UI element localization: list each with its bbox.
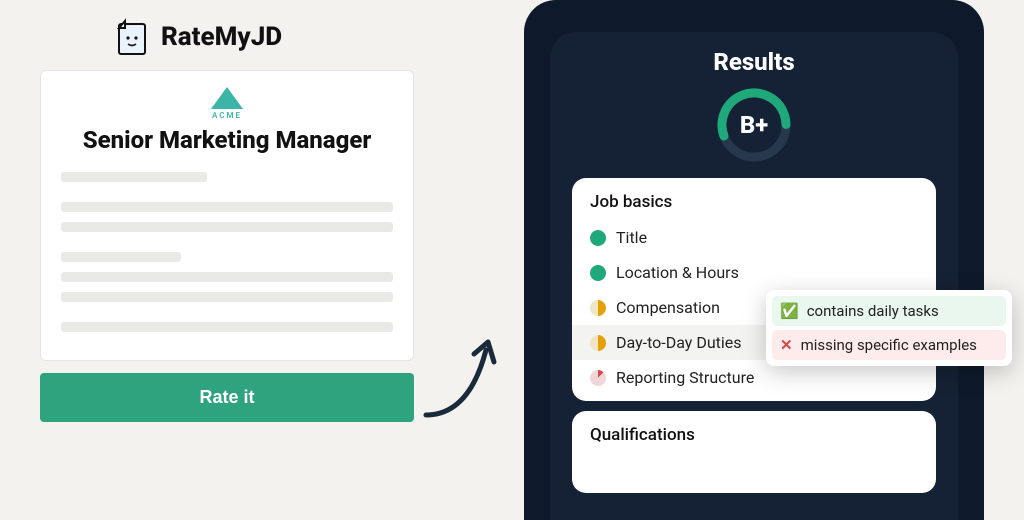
section-qualifications: Qualifications (572, 411, 936, 493)
status-dot-low-icon (590, 370, 606, 386)
tooltip-bad: ✕ missing specific examples (772, 330, 1006, 360)
jd-card: ACME Senior Marketing Manager (40, 70, 414, 361)
company-logo: ACME (61, 87, 393, 120)
section-title: Qualifications (572, 425, 936, 453)
company-logo-icon (211, 87, 243, 109)
job-title: Senior Marketing Manager (61, 126, 393, 154)
tooltip-ok-text: contains daily tasks (807, 302, 939, 320)
results-inner: Results B+ Job basics Title Location & H… (550, 32, 958, 520)
brand: RateMyJD (115, 18, 420, 56)
list-item[interactable]: Location & Hours (572, 255, 936, 290)
skeleton-line (61, 252, 181, 262)
logo-icon (115, 18, 151, 56)
skeleton-line (61, 202, 393, 212)
item-label: Compensation (616, 298, 720, 317)
skeleton-line (61, 322, 393, 332)
status-dot-full-icon (590, 265, 606, 281)
item-label: Location & Hours (616, 263, 739, 282)
tooltip-ok: ✅ contains daily tasks (772, 296, 1006, 326)
arrow-icon (414, 320, 504, 420)
status-dot-partial-icon (590, 335, 606, 351)
results-title: Results (550, 48, 958, 76)
list-item[interactable]: Title (572, 220, 936, 255)
skeleton-line (61, 222, 393, 232)
tooltip: ✅ contains daily tasks ✕ missing specifi… (766, 290, 1012, 366)
brand-name: RateMyJD (161, 22, 282, 52)
grade-value: B+ (715, 86, 793, 164)
item-label: Title (616, 228, 647, 247)
status-dot-partial-icon (590, 300, 606, 316)
company-name: ACME (212, 111, 242, 120)
skeleton-line (61, 272, 393, 282)
section-title: Job basics (572, 192, 936, 220)
item-label: Day-to-Day Duties (616, 333, 742, 352)
skeleton-line (61, 172, 207, 182)
rate-button[interactable]: Rate it (40, 373, 414, 422)
check-icon: ✅ (780, 302, 799, 320)
tooltip-bad-text: missing specific examples (801, 336, 977, 354)
status-dot-full-icon (590, 230, 606, 246)
grade-ring: B+ (715, 86, 793, 164)
item-label: Reporting Structure (616, 368, 754, 387)
results-panel: Results B+ Job basics Title Location & H… (524, 0, 984, 520)
skeleton-line (61, 292, 393, 302)
cross-icon: ✕ (780, 336, 793, 354)
